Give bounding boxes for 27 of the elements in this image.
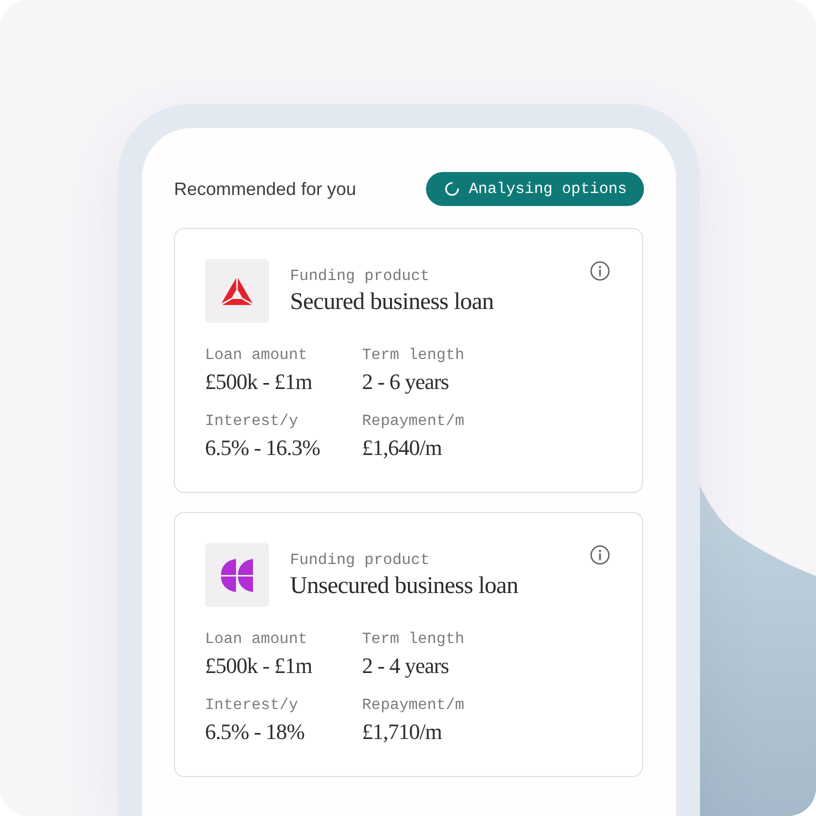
four-petal-icon (221, 558, 253, 592)
info-icon[interactable] (590, 261, 610, 281)
product-category: Funding product (290, 550, 431, 570)
stat-label: Loan amount (205, 345, 308, 365)
spinner-icon (444, 181, 460, 197)
stat-value: 2 - 4 years (362, 652, 449, 680)
stat-value: £1,640/m (362, 434, 442, 462)
section-heading: Recommended for you (174, 178, 356, 200)
stat-value: £500k - £1m (205, 368, 312, 396)
stat-label: Term length (362, 629, 464, 649)
stat-value: 2 - 6 years (362, 368, 449, 396)
stat-label: Interest/y (205, 411, 298, 431)
product-category: Funding product (290, 266, 431, 286)
info-icon[interactable] (590, 545, 610, 565)
stat-value: 6.5% - 18% (205, 718, 304, 746)
stat-label: Interest/y (205, 695, 298, 715)
stat-label: Term length (362, 345, 464, 365)
product-title: Secured business loan (290, 288, 494, 316)
stat-value: £1,710/m (362, 718, 442, 746)
product-title: Unsecured business loan (290, 572, 518, 600)
stat-label: Repayment/m (362, 411, 464, 431)
stat-value: £500k - £1m (205, 652, 312, 680)
status-pill: Analysing options (426, 172, 644, 206)
stat-value: 6.5% - 16.3% (205, 434, 320, 462)
stat-label: Repayment/m (362, 695, 464, 715)
stat-label: Loan amount (205, 629, 308, 649)
triangle-ring-icon (219, 276, 255, 306)
